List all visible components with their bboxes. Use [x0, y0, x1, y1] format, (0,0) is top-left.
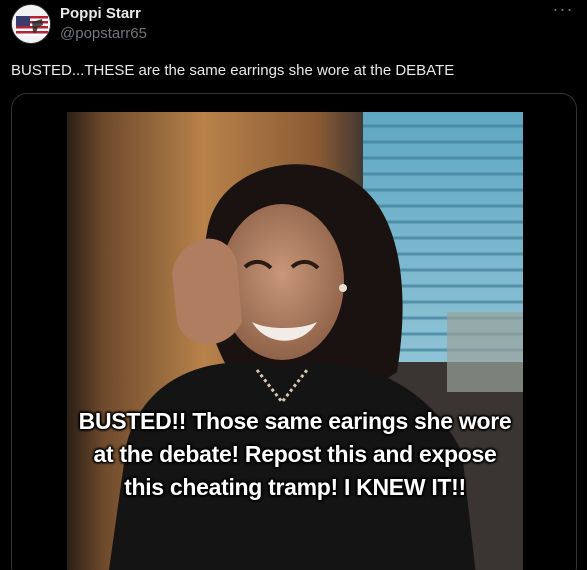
- more-options-icon[interactable]: ···: [551, 0, 575, 22]
- video-caption: BUSTED!! Those same earings she wore at …: [78, 408, 512, 500]
- video-thumbnail[interactable]: BUSTED!! Those same earings she wore at …: [67, 112, 523, 570]
- author-display-name[interactable]: Poppi Starr: [60, 5, 141, 23]
- flag-avatar-icon[interactable]: [11, 4, 51, 44]
- media-card[interactable]: BUSTED!! Those same earings she wore at …: [11, 93, 577, 570]
- author-handle[interactable]: @popstarr65: [60, 25, 147, 43]
- post: Poppi Starr @popstarr65 ··· BUSTED...THE…: [0, 0, 587, 570]
- post-text: BUSTED...THESE are the same earrings she…: [11, 62, 455, 79]
